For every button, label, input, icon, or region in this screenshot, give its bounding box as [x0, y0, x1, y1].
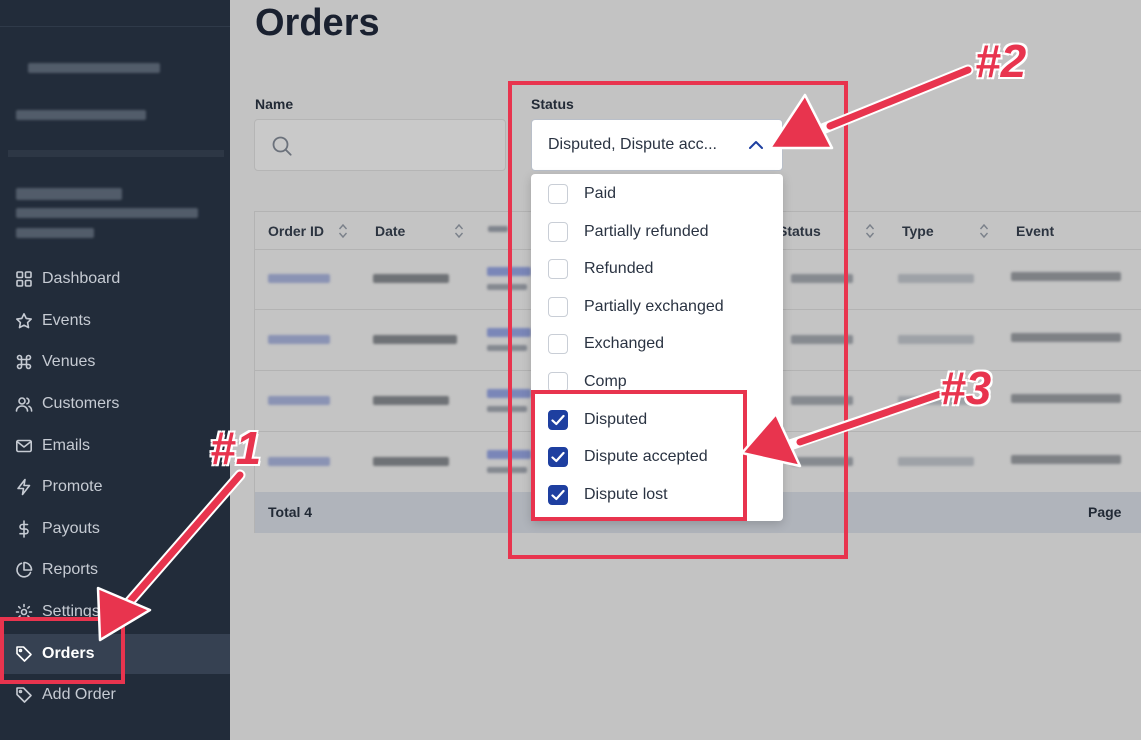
sort-icon[interactable] — [338, 223, 348, 244]
gear-icon — [14, 602, 34, 622]
status-option-exchanged[interactable]: Exchanged — [548, 329, 664, 359]
status-option-comp[interactable]: Comp — [548, 367, 627, 397]
sidebar-item-promote[interactable]: Promote — [0, 467, 230, 507]
sidebar-item-label: Reports — [42, 561, 99, 578]
column-header-status[interactable]: Status — [778, 212, 821, 250]
total-count: Total 4 — [268, 504, 313, 520]
sidebar-divider — [0, 26, 230, 27]
checkbox[interactable] — [548, 259, 568, 279]
sort-icon[interactable] — [454, 223, 464, 244]
grid-icon — [14, 269, 34, 289]
sidebar-item-add-order[interactable]: Add Order — [0, 675, 230, 715]
sidebar-item-emails[interactable]: Emails — [0, 426, 230, 466]
command-icon — [14, 352, 34, 372]
page-title: Orders — [255, 2, 380, 44]
sidebar-item-label: Events — [42, 312, 91, 329]
tag-icon — [14, 685, 34, 705]
sidebar-item-venues[interactable]: Venues — [0, 342, 230, 382]
sidebar-item-label: Settings — [42, 603, 100, 620]
checkbox[interactable] — [548, 372, 568, 392]
name-filter-label: Name — [255, 96, 294, 112]
sidebar-item-label: Promote — [42, 478, 103, 495]
sidebar-separator — [8, 150, 224, 157]
status-dropdown-menu: Paid Partially refunded Refunded Partial… — [531, 174, 783, 521]
dollar-icon — [14, 519, 34, 539]
sort-icon[interactable] — [979, 223, 989, 244]
column-header-event[interactable]: Event — [1016, 212, 1054, 250]
blurred-org-line-1 — [16, 188, 122, 200]
status-option-dispute-lost[interactable]: Dispute lost — [548, 480, 668, 510]
annotation-label-2: #2 — [974, 34, 1027, 88]
sidebar-item-orders[interactable]: Orders — [0, 634, 230, 674]
sidebar-item-payouts[interactable]: Payouts — [0, 509, 230, 549]
checkbox[interactable] — [548, 184, 568, 204]
chevron-up-icon[interactable] — [748, 138, 764, 157]
search-icon — [271, 135, 293, 162]
column-header-date[interactable]: Date — [375, 212, 405, 250]
status-select-value: Disputed, Dispute acc... — [548, 136, 717, 153]
sidebar-item-label: Emails — [42, 437, 91, 454]
status-option-disputed[interactable]: Disputed — [548, 405, 647, 435]
checkbox[interactable] — [548, 334, 568, 354]
zap-icon — [14, 477, 34, 497]
pagination-label: Page — [1088, 504, 1122, 520]
pie-chart-icon — [14, 560, 34, 580]
sidebar-item-reports[interactable]: Reports — [0, 550, 230, 590]
checkbox-checked[interactable] — [548, 447, 568, 467]
column-header-type[interactable]: Type — [902, 212, 934, 250]
blurred-column-header — [488, 226, 508, 232]
status-filter-label: Status — [531, 96, 574, 112]
status-select[interactable]: Disputed, Dispute acc... — [531, 119, 783, 171]
sidebar-item-label: Customers — [42, 395, 120, 412]
mail-icon — [14, 436, 34, 456]
sidebar-item-label: Dashboard — [42, 270, 121, 287]
star-icon — [14, 311, 34, 331]
users-icon — [14, 394, 34, 414]
checkbox-checked[interactable] — [548, 410, 568, 430]
sidebar-item-label: Payouts — [42, 520, 100, 537]
blurred-org-line-2 — [16, 208, 198, 218]
status-option-paid[interactable]: Paid — [548, 179, 616, 209]
status-option-partially-exchanged[interactable]: Partially exchanged — [548, 292, 724, 322]
check-icon — [551, 451, 565, 463]
sidebar-item-label: Venues — [42, 353, 96, 370]
sidebar-item-label: Add Order — [42, 686, 116, 703]
sort-icon[interactable] — [865, 223, 875, 244]
sidebar-item-dashboard[interactable]: Dashboard — [0, 259, 230, 299]
column-header-order-id[interactable]: Order ID — [268, 212, 324, 250]
annotation-label-3: #3 — [939, 361, 992, 415]
sidebar-item-events[interactable]: Events — [0, 301, 230, 341]
sidebar-item-settings[interactable]: Settings — [0, 592, 230, 632]
name-search-input[interactable] — [254, 119, 506, 171]
checkbox-checked[interactable] — [548, 485, 568, 505]
tag-icon — [14, 644, 34, 664]
checkbox[interactable] — [548, 297, 568, 317]
sidebar-item-customers[interactable]: Customers — [0, 384, 230, 424]
annotation-label-1: #1 — [209, 421, 262, 475]
checkbox[interactable] — [548, 222, 568, 242]
blurred-account-name — [28, 63, 160, 73]
sidebar: Dashboard Events Venues Customers Emails… — [0, 0, 230, 740]
sidebar-item-label: Orders — [42, 645, 95, 662]
status-option-partially-refunded[interactable]: Partially refunded — [548, 217, 709, 247]
blurred-org-line-3 — [16, 228, 94, 238]
check-icon — [551, 489, 565, 501]
status-option-dispute-accepted[interactable]: Dispute accepted — [548, 442, 708, 472]
check-icon — [551, 414, 565, 426]
status-option-refunded[interactable]: Refunded — [548, 254, 653, 284]
blurred-account-email — [16, 110, 146, 120]
